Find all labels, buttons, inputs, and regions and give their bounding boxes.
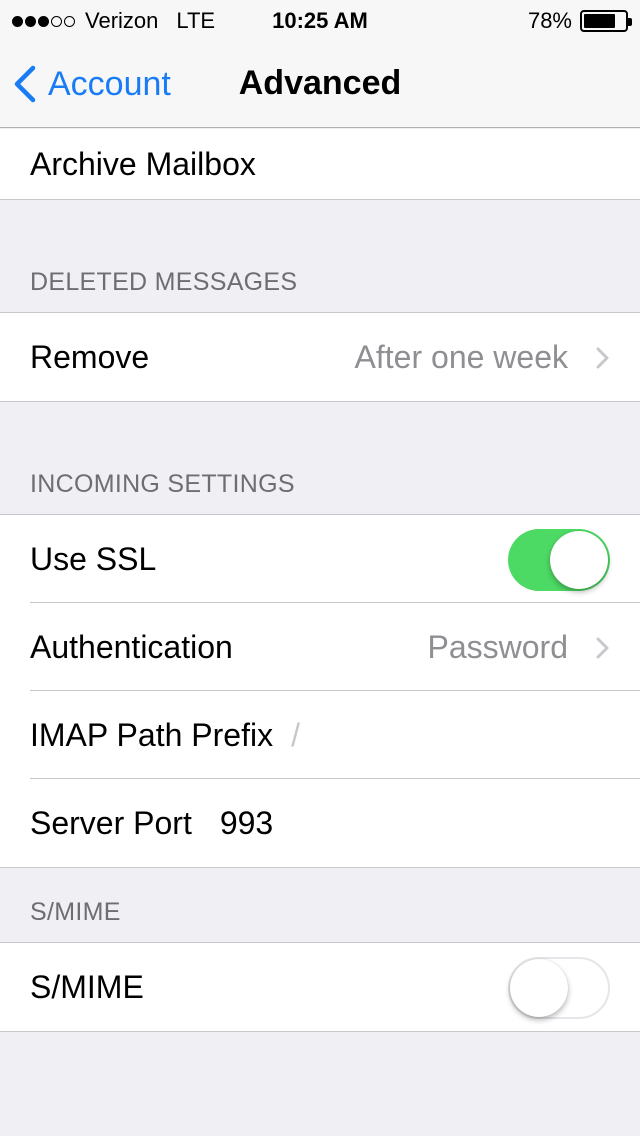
imap-path-prefix-field[interactable]: / bbox=[291, 717, 300, 754]
imap-path-prefix-row: IMAP Path Prefix / bbox=[0, 691, 640, 779]
battery-level bbox=[584, 14, 616, 28]
use-ssl-toggle[interactable] bbox=[508, 529, 610, 591]
smime-group: S/MIME bbox=[0, 942, 640, 1032]
archive-mailbox-label: Archive Mailbox bbox=[30, 145, 256, 182]
incoming-settings-group: Use SSL Authentication Password IMAP Pat… bbox=[0, 514, 640, 868]
server-port-field[interactable]: 993 bbox=[220, 805, 273, 842]
battery-icon bbox=[580, 10, 632, 32]
navigation-bar: Account Advanced bbox=[0, 40, 640, 128]
section-header-smime: S/MIME bbox=[30, 898, 121, 926]
section-header-deleted-messages: DELETED MESSAGES bbox=[30, 268, 298, 296]
server-port-row: Server Port 993 bbox=[0, 779, 640, 867]
battery-percent: 78% bbox=[527, 8, 572, 33]
imap-path-prefix-label: IMAP Path Prefix bbox=[30, 716, 274, 753]
settings-list: Archive Mailbox DELETED MESSAGES Remove … bbox=[0, 129, 640, 1032]
server-port-label: Server Port bbox=[30, 804, 192, 841]
archive-mailbox-row[interactable]: Archive Mailbox bbox=[0, 129, 640, 199]
smime-toggle[interactable] bbox=[508, 957, 610, 1019]
smime-row: S/MIME bbox=[0, 943, 640, 1031]
status-bar: Verizon LTE 10:25 AM 78% bbox=[0, 0, 640, 40]
authentication-value: Password bbox=[427, 628, 569, 665]
remove-value: After one week bbox=[354, 338, 568, 375]
deleted-messages-group: Remove After one week bbox=[0, 312, 640, 402]
use-ssl-row: Use SSL bbox=[0, 515, 640, 603]
page-title: Advanced bbox=[238, 64, 402, 102]
remove-label: Remove bbox=[30, 338, 150, 375]
section-header-incoming-settings: INCOMING SETTINGS bbox=[30, 470, 295, 498]
smime-label: S/MIME bbox=[30, 968, 144, 1005]
toggle-knob bbox=[550, 531, 608, 589]
status-right: 78% bbox=[527, 8, 632, 34]
authentication-label: Authentication bbox=[30, 628, 233, 665]
authentication-row[interactable]: Authentication Password bbox=[0, 603, 640, 691]
chevron-right-icon bbox=[596, 347, 609, 369]
remove-row[interactable]: Remove After one week bbox=[0, 313, 640, 401]
top-group: Archive Mailbox bbox=[0, 129, 640, 200]
use-ssl-label: Use SSL bbox=[30, 540, 157, 577]
toggle-knob bbox=[510, 959, 568, 1017]
chevron-right-icon bbox=[596, 637, 609, 659]
